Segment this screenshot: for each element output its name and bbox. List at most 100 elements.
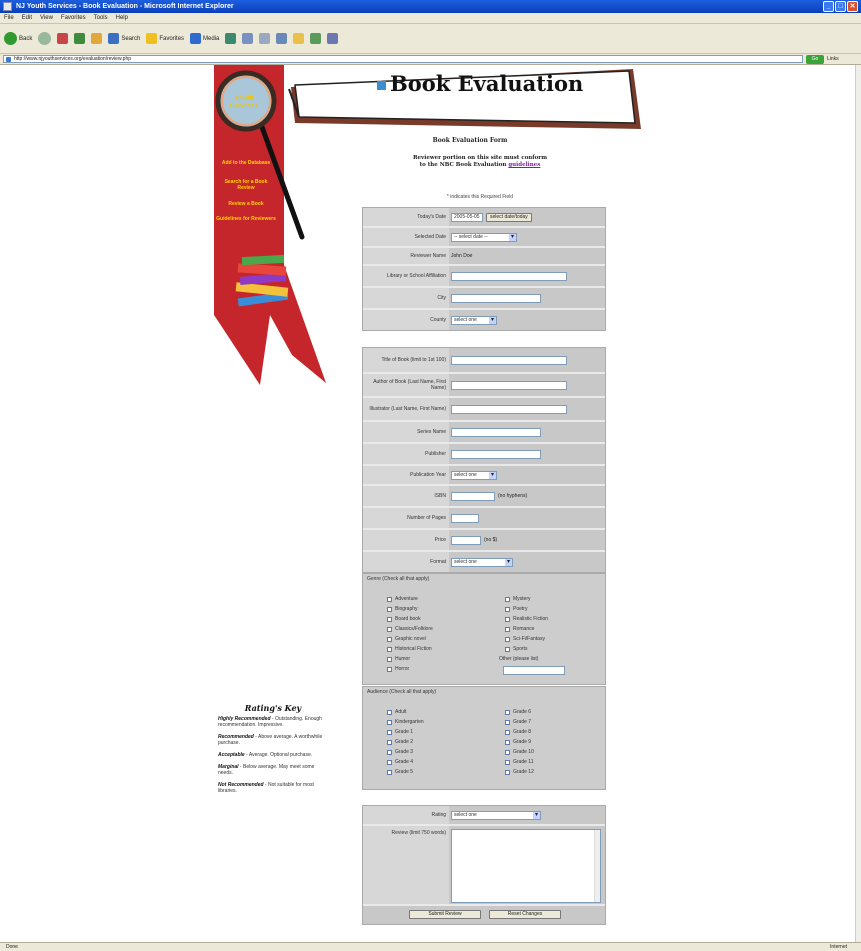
checkbox[interactable]	[505, 646, 510, 652]
history-icon[interactable]	[225, 33, 237, 44]
rating-select[interactable]: select one	[451, 810, 541, 820]
audience-kindergarten[interactable]: Kindergarten	[387, 719, 424, 725]
series-input[interactable]	[451, 427, 541, 437]
county-select[interactable]: select one	[451, 315, 497, 325]
checkbox[interactable]	[505, 709, 510, 715]
minimize-button[interactable]: _	[823, 1, 834, 12]
audience-grade-6[interactable]: Grade 6	[505, 709, 531, 715]
address-input[interactable]: http://www.njyouthservices.org/evaluatio…	[3, 55, 803, 63]
checkbox[interactable]	[505, 636, 510, 642]
genre-board-book[interactable]: Board book	[387, 616, 421, 622]
forward-arrow-icon[interactable]	[38, 32, 52, 45]
checkbox[interactable]	[387, 636, 392, 642]
checkbox[interactable]	[505, 616, 510, 622]
reset-changes-button[interactable]: Reset Changes	[489, 910, 561, 919]
book-title-input[interactable]	[451, 355, 567, 365]
format-select[interactable]: select one	[451, 557, 513, 567]
review-textarea[interactable]	[451, 829, 601, 903]
genre-historical[interactable]: Historical Fiction	[387, 646, 432, 652]
checkbox[interactable]	[387, 749, 392, 755]
checkbox[interactable]	[505, 739, 510, 745]
checkbox[interactable]	[505, 749, 510, 755]
checkbox[interactable]	[387, 666, 392, 672]
genre-scifi[interactable]: Sci-Fi/Fantasy	[505, 636, 545, 642]
genre-classics[interactable]: Classics/Folklore	[387, 626, 433, 632]
genre-graphic-novel[interactable]: Graphic novel	[387, 636, 426, 642]
menu-file[interactable]: File	[4, 13, 14, 23]
pub-year-select[interactable]: select one	[451, 470, 497, 480]
checkbox[interactable]	[505, 626, 510, 632]
audience-grade-1[interactable]: Grade 1	[387, 729, 413, 735]
link-search-review[interactable]: Search for a Book Review	[216, 179, 276, 191]
checkbox[interactable]	[505, 596, 510, 602]
genre-humor[interactable]: Humor	[387, 656, 410, 662]
checkbox[interactable]	[387, 616, 392, 622]
author-input[interactable]	[451, 380, 567, 390]
date-picker-button[interactable]: select date/today	[486, 212, 532, 222]
submit-review-button[interactable]: Submit Review	[409, 910, 481, 919]
checkbox[interactable]	[387, 729, 392, 735]
audience-grade-12[interactable]: Grade 12	[505, 769, 534, 775]
checkbox[interactable]	[387, 596, 392, 602]
research-icon[interactable]	[327, 33, 339, 44]
print-icon[interactable]	[259, 33, 271, 44]
genre-biography[interactable]: Biography	[387, 606, 418, 612]
maximize-button[interactable]: □	[835, 1, 846, 12]
link-review-book[interactable]: Review a Book	[216, 201, 276, 207]
isbn-input[interactable]	[451, 491, 495, 501]
audience-grade-7[interactable]: Grade 7	[505, 719, 531, 725]
messenger-icon[interactable]	[310, 33, 322, 44]
folder-icon[interactable]	[293, 33, 305, 44]
link-guidelines[interactable]: Guidelines for Reviewers	[216, 216, 276, 222]
checkbox[interactable]	[387, 769, 392, 775]
favorites-button[interactable]: Favorites	[146, 33, 184, 44]
checkbox[interactable]	[505, 606, 510, 612]
library-input[interactable]	[451, 271, 567, 281]
checkbox[interactable]	[387, 606, 392, 612]
pages-input[interactable]	[451, 513, 479, 523]
close-button[interactable]: ✕	[847, 1, 858, 12]
menu-tools[interactable]: Tools	[94, 13, 108, 23]
link-add-to-database[interactable]: Add to the Database	[216, 160, 276, 166]
genre-romance[interactable]: Romance	[505, 626, 534, 632]
genre-other-input[interactable]	[503, 666, 565, 675]
selected-date-select[interactable]: -- select date --	[451, 232, 517, 242]
genre-realistic[interactable]: Realistic Fiction	[505, 616, 548, 622]
checkbox[interactable]	[505, 719, 510, 725]
city-input[interactable]	[451, 293, 541, 303]
back-button[interactable]: Back	[4, 32, 32, 45]
checkbox[interactable]	[387, 626, 392, 632]
menu-view[interactable]: View	[40, 13, 53, 23]
audience-adult[interactable]: Adult	[387, 709, 406, 715]
audience-grade-11[interactable]: Grade 11	[505, 759, 533, 765]
home-icon[interactable]	[91, 33, 103, 44]
audience-grade-9[interactable]: Grade 9	[505, 739, 531, 745]
menu-favorites[interactable]: Favorites	[61, 13, 86, 23]
vertical-scrollbar[interactable]	[855, 65, 861, 942]
checkbox[interactable]	[387, 759, 392, 765]
refresh-icon[interactable]	[74, 33, 86, 44]
publisher-input[interactable]	[451, 449, 541, 459]
checkbox[interactable]	[505, 759, 510, 765]
audience-grade-4[interactable]: Grade 4	[387, 759, 413, 765]
genre-sports[interactable]: Sports	[505, 646, 527, 652]
genre-horror[interactable]: Horror	[387, 666, 409, 672]
illustrator-input[interactable]	[451, 404, 567, 414]
edit-icon[interactable]	[276, 33, 288, 44]
price-input[interactable]	[451, 535, 481, 545]
audience-grade-2[interactable]: Grade 2	[387, 739, 413, 745]
today-date-input[interactable]: 2005-05-05	[451, 212, 483, 222]
menu-help[interactable]: Help	[116, 13, 128, 23]
audience-grade-5[interactable]: Grade 5	[387, 769, 413, 775]
guidelines-link[interactable]: guidelines	[508, 162, 540, 168]
checkbox[interactable]	[387, 709, 392, 715]
genre-poetry[interactable]: Poetry	[505, 606, 527, 612]
audience-grade-10[interactable]: Grade 10	[505, 749, 534, 755]
checkbox[interactable]	[387, 739, 392, 745]
audience-grade-8[interactable]: Grade 8	[505, 729, 531, 735]
links-label[interactable]: Links	[827, 56, 839, 62]
checkbox[interactable]	[387, 646, 392, 652]
search-button[interactable]: Search	[108, 33, 140, 44]
genre-mystery[interactable]: Mystery	[505, 596, 531, 602]
stop-icon[interactable]	[57, 33, 69, 44]
